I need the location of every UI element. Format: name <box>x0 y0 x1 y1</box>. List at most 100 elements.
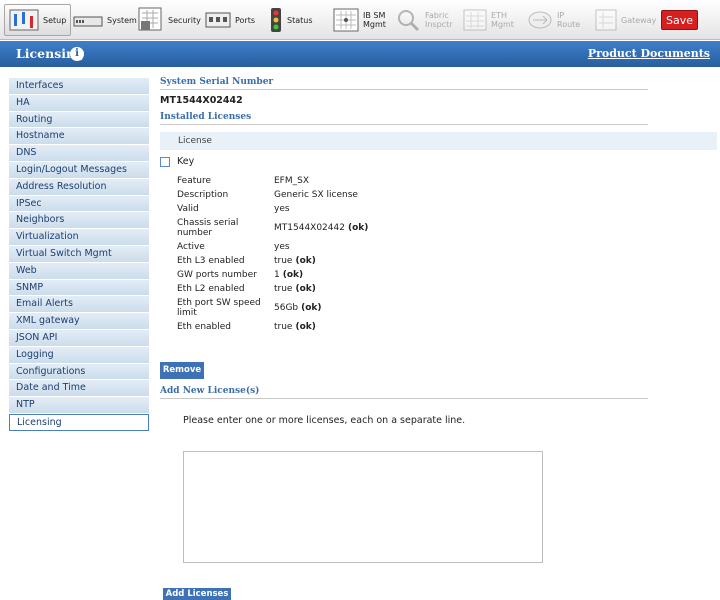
detail-label: Eth port SW speed limit <box>177 298 261 318</box>
info-icon[interactable]: i <box>70 47 84 61</box>
detail-value: 56Gb <box>274 303 299 313</box>
toolbar-security-button[interactable]: Security <box>133 4 206 36</box>
license-select-checkbox[interactable] <box>160 156 170 167</box>
detail-label: Feature <box>177 176 212 186</box>
license-detail-row: Valid yes <box>177 204 368 214</box>
sidebar-item-logging[interactable]: Logging <box>9 346 149 364</box>
sidebar-item-xml-gateway[interactable]: XML gateway <box>9 313 149 330</box>
sidebar-item-virtualization[interactable]: Virtualization <box>9 229 149 246</box>
toolbar-label: Status <box>287 15 313 25</box>
detail-status: (ok) <box>295 256 316 266</box>
setup-icon <box>9 9 39 31</box>
sidebar-item-virtual-switch-mgmt[interactable]: Virtual Switch Mgmt <box>9 245 149 263</box>
system-serial-value: MT1544X02442 <box>160 95 243 106</box>
sidebar-item-address-resolution[interactable]: Address Resolution <box>9 178 149 196</box>
toolbar-ports-button[interactable]: Ports <box>200 4 260 36</box>
detail-value: true <box>274 284 293 294</box>
system-serial-title: System Serial Number <box>160 77 648 90</box>
toolbar-setup-button[interactable]: Setup <box>4 4 72 36</box>
license-detail-row: Chassis serial number MT1544X02442 (ok) <box>177 218 368 238</box>
license-input-textarea[interactable] <box>183 451 543 563</box>
page-header: Licensing i Product Documents <box>0 41 720 67</box>
sidebar-item-date-and-time[interactable]: Date and Time <box>9 380 149 398</box>
detail-status: (ok) <box>282 270 304 280</box>
license-key-row: Key <box>160 156 194 167</box>
fabric-inspector-icon <box>398 10 420 32</box>
detail-label: GW ports number <box>177 270 257 280</box>
toolbar-eth-mgmt-button[interactable]: ETH Mgmt <box>458 4 518 36</box>
toolbar-label: IP Route <box>557 11 581 29</box>
sidebar-nav: Interfaces HA Routing Hostname DNS Login… <box>9 78 149 431</box>
sidebar-item-email-alerts[interactable]: Email Alerts <box>9 296 149 314</box>
add-licenses-button[interactable]: Add Licenses <box>163 588 231 600</box>
sidebar-item-hostname[interactable]: Hostname <box>9 128 149 146</box>
eth-mgmt-icon <box>463 9 487 31</box>
sidebar-item-ntp[interactable]: NTP <box>9 397 149 414</box>
remove-button[interactable]: Remove <box>160 362 204 379</box>
toolbar-label: Ports <box>235 15 256 25</box>
sidebar-item-licensing[interactable]: Licensing <box>9 413 149 431</box>
toolbar-label: Fabric Inspctr <box>425 11 453 29</box>
sidebar-item-configurations[interactable]: Configurations <box>9 363 149 381</box>
license-detail-row: GW ports number 1 (ok) <box>177 270 368 280</box>
key-label: Key <box>177 156 195 167</box>
system-icon <box>73 16 103 27</box>
installed-licenses-title: Installed Licenses <box>160 112 648 125</box>
detail-status: (ok) <box>301 303 322 313</box>
license-detail-row: Eth L3 enabled true (ok) <box>177 256 368 266</box>
detail-value: MT1544X02442 <box>274 223 345 233</box>
detail-value: true <box>274 322 293 332</box>
sidebar-item-ipsec[interactable]: IPSec <box>9 195 149 213</box>
toolbar-label: Setup <box>43 15 67 25</box>
toolbar-gateway-button[interactable]: Gateway <box>590 4 661 36</box>
license-details: Feature EFM_SX Description Generic SX li… <box>177 176 368 336</box>
ib-sm-icon <box>333 8 359 32</box>
gateway-icon <box>595 9 617 31</box>
detail-value: yes <box>274 204 290 214</box>
detail-status: (ok) <box>295 322 316 332</box>
license-detail-row: Eth L2 enabled true (ok) <box>177 284 368 294</box>
toolbar-ib-sm-button[interactable]: IB SM Mgmt <box>328 4 392 36</box>
status-icon <box>271 8 281 32</box>
license-instruction-text: Please enter one or more licenses, each … <box>183 415 466 426</box>
detail-status: (ok) <box>347 223 369 233</box>
sidebar-item-ha[interactable]: HA <box>9 94 149 112</box>
toolbar-status-button[interactable]: Status <box>264 4 318 36</box>
toolbar-system-button[interactable]: System <box>68 4 142 36</box>
detail-label: Chassis serial number <box>177 218 239 238</box>
toolbar-fabric-inspector-button[interactable]: Fabric Inspctr <box>390 4 456 36</box>
top-toolbar: Setup System Security Ports Status IB SM… <box>0 0 720 40</box>
license-detail-row: Description Generic SX license <box>177 190 368 200</box>
license-detail-row: Eth enabled true (ok) <box>177 322 368 332</box>
detail-status: (ok) <box>295 284 316 294</box>
license-detail-row: Active yes <box>177 242 368 252</box>
save-button[interactable]: Save <box>661 10 698 30</box>
sidebar-item-login-logout-messages[interactable]: Login/Logout Messages <box>9 161 149 179</box>
detail-value: yes <box>274 242 290 252</box>
detail-label: Eth L2 enabled <box>177 284 245 294</box>
detail-label: Valid <box>177 204 199 214</box>
detail-label: Active <box>177 242 205 252</box>
ports-icon <box>205 12 231 28</box>
sidebar-item-interfaces[interactable]: Interfaces <box>9 78 149 95</box>
license-table-header: License <box>160 132 717 150</box>
sidebar-item-neighbors[interactable]: Neighbors <box>9 212 149 230</box>
sidebar-item-snmp[interactable]: SNMP <box>9 279 149 297</box>
toolbar-label: Security <box>168 15 201 25</box>
sidebar-item-json-api[interactable]: JSON API <box>9 329 149 347</box>
sidebar-item-web[interactable]: Web <box>9 262 149 280</box>
sidebar-item-routing[interactable]: Routing <box>9 111 149 129</box>
detail-label: Eth L3 enabled <box>177 256 245 266</box>
product-documents-link[interactable]: Product Documents <box>588 47 710 60</box>
license-detail-row: Eth port SW speed limit 56Gb (ok) <box>177 298 368 318</box>
security-icon <box>138 7 162 31</box>
detail-value: EFM_SX <box>274 176 310 186</box>
toolbar-ip-route-button[interactable]: IP Route <box>522 4 584 36</box>
detail-value: true <box>274 256 293 266</box>
ip-route-icon <box>528 11 552 29</box>
sidebar-item-dns[interactable]: DNS <box>9 145 149 162</box>
detail-label: Description <box>177 190 229 200</box>
add-new-licenses-title: Add New License(s) <box>160 386 648 399</box>
license-detail-row: Feature EFM_SX <box>177 176 368 186</box>
toolbar-label: Gateway <box>621 15 657 25</box>
